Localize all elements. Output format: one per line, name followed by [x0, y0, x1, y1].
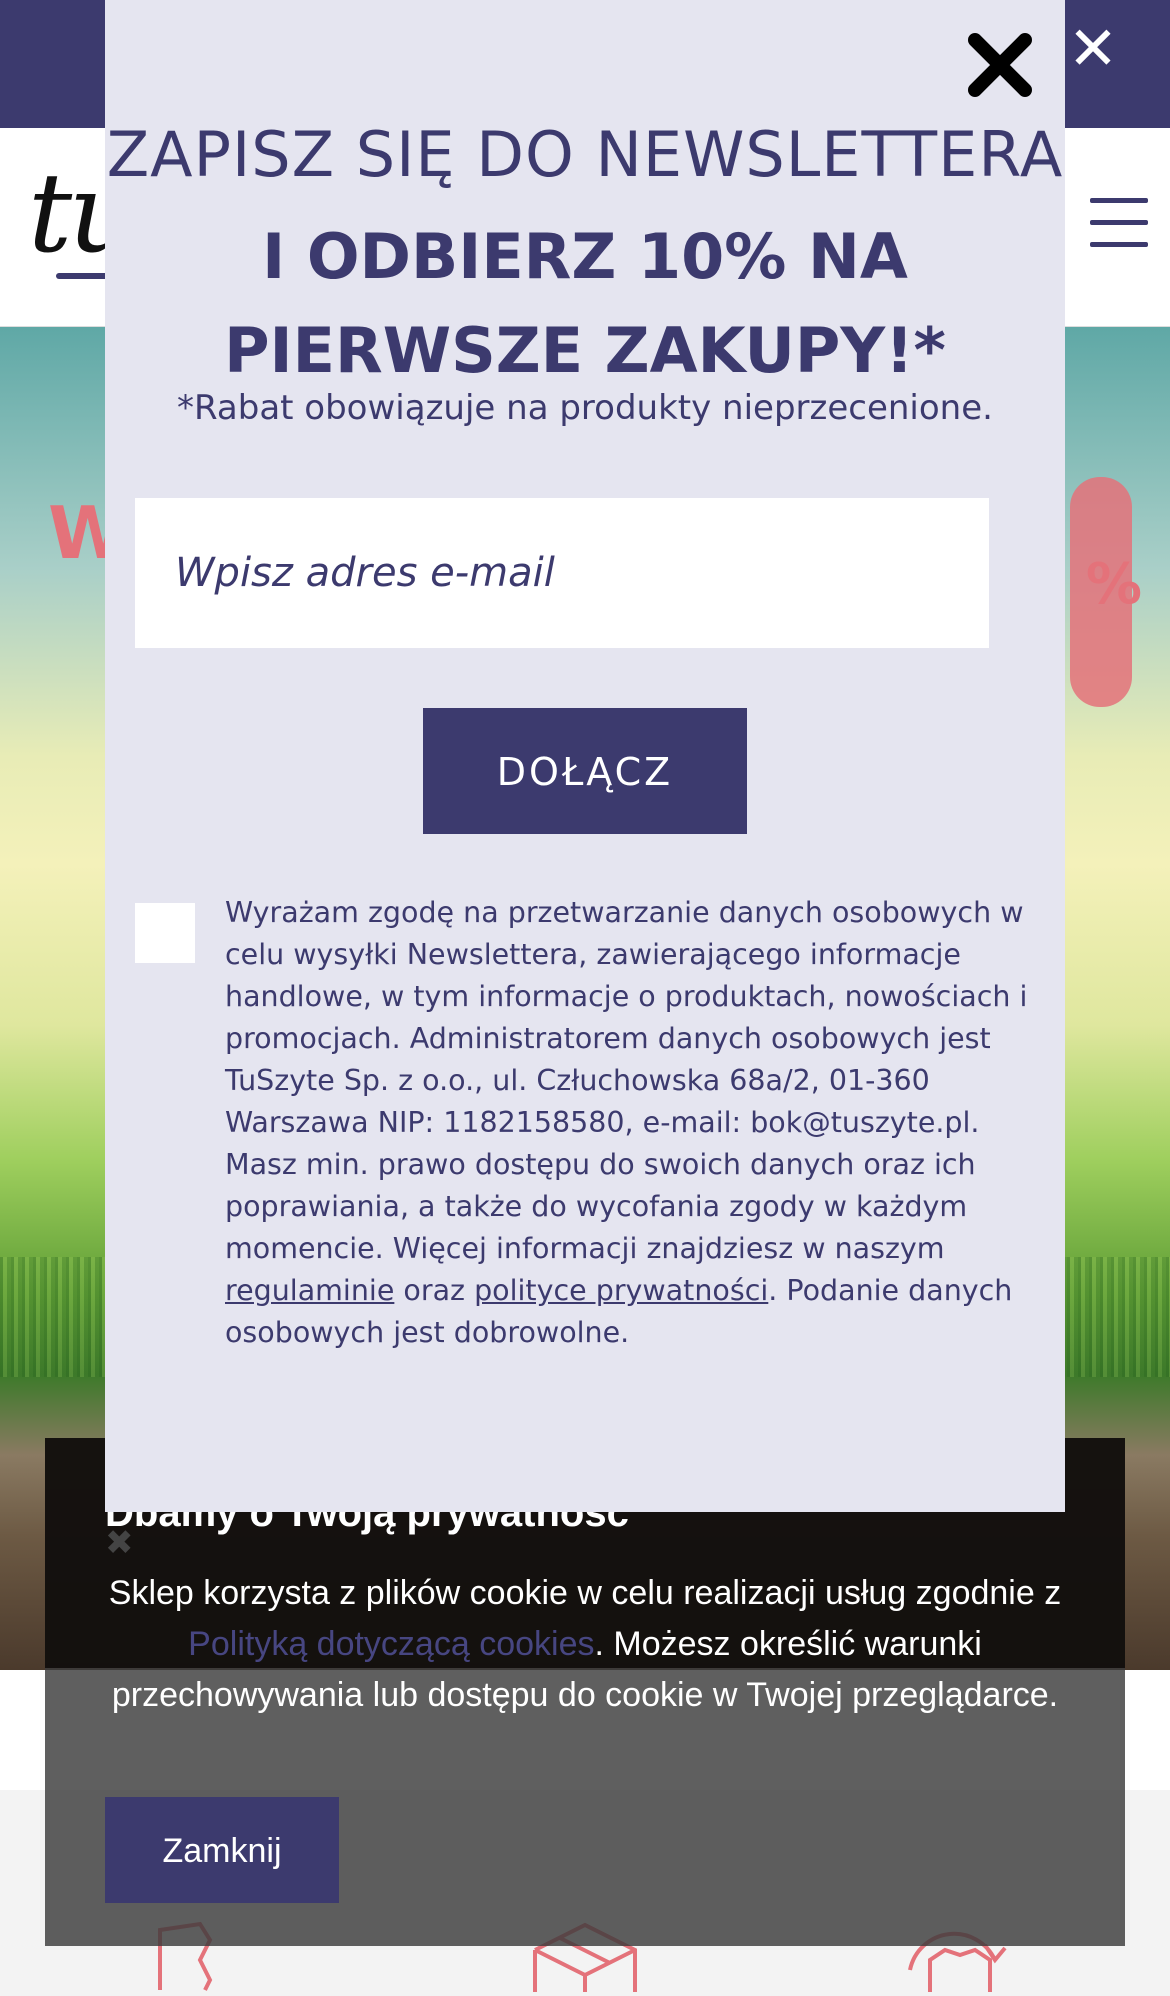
- consent-text: Wyrażam zgodę na przetwarzanie danych os…: [225, 896, 1028, 1349]
- close-icon[interactable]: ✕: [1066, 19, 1120, 79]
- cookie-text: Sklep korzysta z plików cookie w celu re…: [108, 1574, 1062, 1714]
- close-icon[interactable]: [965, 30, 1035, 100]
- cookie-close-icon[interactable]: ✖: [105, 1526, 134, 1560]
- newsletter-subtitle: I ODBIERZ 10% NA PIERWSZE ZAKUPY!*: [224, 220, 946, 387]
- newsletter-note: *Rabat obowiązuje na produkty nieprzecen…: [177, 388, 993, 428]
- email-field[interactable]: [135, 498, 989, 648]
- terms-link[interactable]: regulaminie: [225, 1274, 394, 1307]
- cookie-banner: Dbamy o Twoją prywatność ✖ Sklep korzyst…: [45, 1438, 1125, 1946]
- privacy-policy-link[interactable]: polityce prywatności: [474, 1274, 768, 1307]
- newsletter-title: ZAPISZ SIĘ DO NEWSLETTERA: [106, 118, 1064, 191]
- cookie-close-button[interactable]: Zamknij: [105, 1797, 339, 1903]
- consent-checkbox[interactable]: [135, 903, 195, 963]
- newsletter-modal: ZAPISZ SIĘ DO NEWSLETTERA I ODBIERZ 10% …: [105, 0, 1065, 1512]
- join-button[interactable]: DOŁĄCZ: [423, 708, 747, 834]
- cookie-policy-link[interactable]: Polityką dotyczącą cookies: [188, 1625, 594, 1663]
- hamburger-icon[interactable]: [1090, 198, 1148, 247]
- hero-percent: %: [1085, 552, 1142, 617]
